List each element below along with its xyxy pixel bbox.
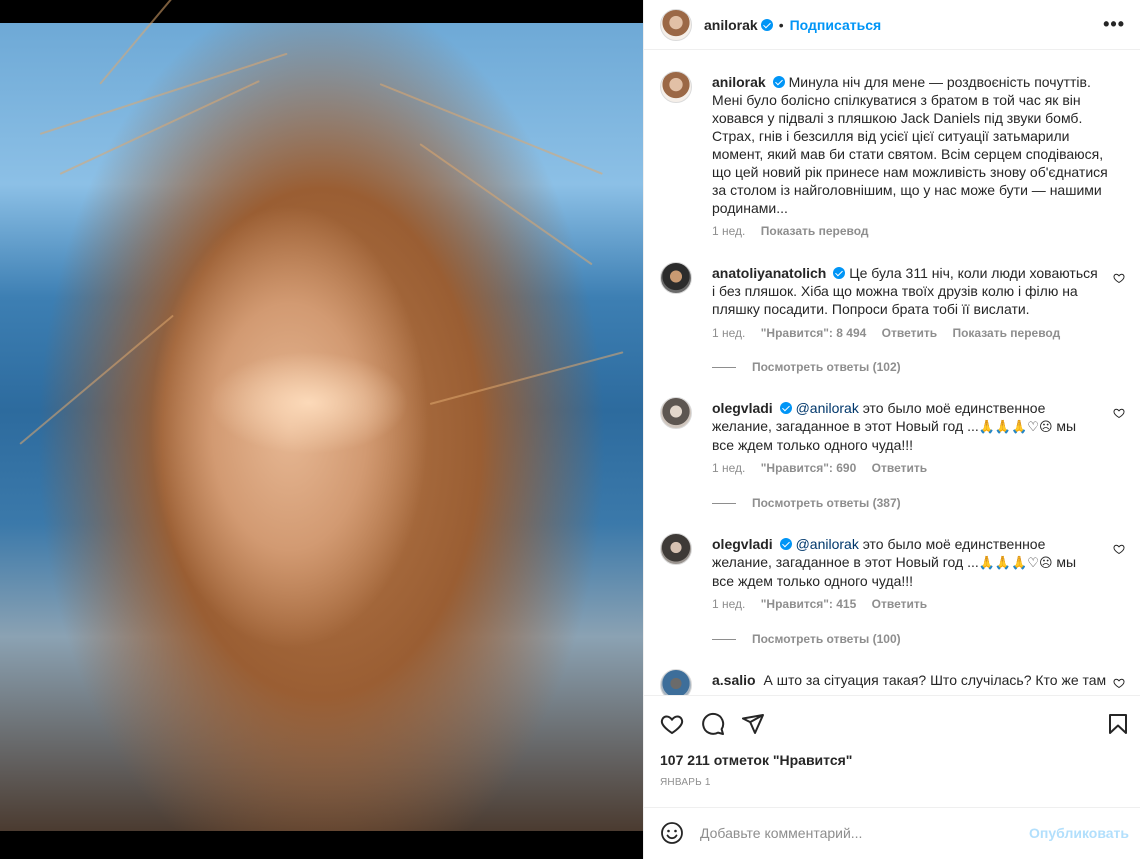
avatar[interactable] — [660, 669, 692, 695]
hair-strand — [19, 314, 174, 445]
separator-dot: • — [778, 16, 784, 33]
reply-button[interactable]: Ответить — [872, 597, 927, 611]
translate-button[interactable]: Показать перевод — [952, 326, 1060, 340]
post-header: anilorak • Подписаться ••• — [644, 0, 1140, 50]
view-replies-label[interactable]: Посмотреть ответы (102) — [752, 360, 901, 374]
add-comment-bar: Опубликовать — [644, 807, 1140, 859]
verified-badge-icon — [779, 402, 792, 414]
reply-button[interactable]: Ответить — [882, 326, 937, 340]
comments-list[interactable]: anilorak Минула ніч для мене — роздвоєні… — [644, 51, 1140, 695]
hair-strand — [379, 83, 603, 175]
verified-badge-icon — [779, 538, 792, 550]
comment-username[interactable]: a.salio — [712, 672, 756, 688]
avatar[interactable] — [660, 8, 692, 41]
comment-item: a.salio А што за сітуация такая? Што слу… — [660, 669, 1125, 695]
comment-text: А што за сітуация такая? Што случілась? … — [763, 672, 1107, 688]
share-icon[interactable] — [741, 712, 765, 736]
translate-button[interactable]: Показать перевод — [761, 224, 869, 238]
comment-username[interactable]: anatoliyanatolich — [712, 265, 826, 281]
avatar[interactable] — [660, 71, 692, 103]
comment-item: olegvladi @anilorak это было моё единств… — [660, 533, 1125, 613]
heart-icon[interactable] — [660, 712, 684, 736]
replies-line — [712, 639, 736, 641]
comment-item: olegvladi @anilorak это было моё единств… — [660, 397, 1125, 477]
hair-strand — [39, 52, 288, 135]
follow-button[interactable]: Подписаться — [790, 17, 882, 33]
replies-line — [712, 503, 736, 505]
comment-age[interactable]: 1 нед. — [712, 461, 745, 475]
comment-likes[interactable]: "Нравится": 8 494 — [761, 326, 867, 340]
view-replies-label[interactable]: Посмотреть ответы (100) — [752, 632, 901, 646]
view-replies-button[interactable]: Посмотреть ответы (102) — [696, 360, 901, 374]
like-comment-icon[interactable] — [1113, 543, 1125, 555]
post-date[interactable]: ЯНВАРЬ 1 — [660, 777, 711, 788]
reply-button[interactable]: Ответить — [872, 461, 927, 475]
avatar[interactable] — [660, 397, 692, 429]
view-replies-label[interactable]: Посмотреть ответы (387) — [752, 496, 901, 510]
comment-likes[interactable]: "Нравится": 415 — [761, 597, 857, 611]
avatar[interactable] — [660, 262, 692, 294]
likes-count[interactable]: 107 211 отметок "Нравится" — [660, 752, 852, 768]
replies-line — [712, 367, 736, 369]
verified-badge-icon — [833, 267, 846, 279]
bookmark-icon[interactable] — [1106, 712, 1130, 736]
author-username[interactable]: anilorak — [704, 17, 758, 33]
hair-strand — [419, 143, 593, 266]
comment-icon[interactable] — [701, 712, 725, 736]
hair-strand — [429, 351, 624, 405]
post-photo[interactable] — [0, 0, 643, 859]
comment-age[interactable]: 1 нед. — [712, 326, 745, 340]
post-panel: anilorak • Подписаться ••• anilorak Мину… — [643, 0, 1140, 859]
comment-age[interactable]: 1 нед. — [712, 597, 745, 611]
comment-likes[interactable]: "Нравится": 690 — [761, 461, 857, 475]
emoji-icon[interactable] — [660, 821, 684, 845]
portrait-image — [0, 0, 643, 831]
caption: anilorak Минула ніч для мене — роздвоєні… — [660, 71, 1125, 246]
comment-emojis: 🙏🙏🙏♡☹ — [978, 555, 1053, 570]
mention-link[interactable]: @anilorak — [796, 400, 859, 416]
caption-username[interactable]: anilorak — [712, 74, 766, 90]
comment-emojis: 🙏🙏🙏♡☹ — [978, 419, 1053, 434]
view-replies-button[interactable]: Посмотреть ответы (100) — [696, 632, 901, 646]
post-actions: 107 211 отметок "Нравится" ЯНВАРЬ 1 — [644, 695, 1140, 807]
verified-badge-icon — [760, 18, 773, 31]
caption-age[interactable]: 1 нед. — [712, 224, 745, 238]
like-comment-icon[interactable] — [1113, 272, 1125, 284]
caption-text: Минула ніч для мене — роздвоєність почут… — [712, 74, 1108, 216]
like-comment-icon[interactable] — [1113, 677, 1125, 689]
verified-badge-icon — [772, 76, 785, 88]
hair-strand — [99, 0, 217, 85]
comment-item: anatoliyanatolich Це була 311 ніч, коли … — [660, 262, 1125, 342]
like-comment-icon[interactable] — [1113, 407, 1125, 419]
comment-username[interactable]: olegvladi — [712, 400, 773, 416]
publish-button[interactable]: Опубликовать — [1029, 825, 1129, 841]
comment-username[interactable]: olegvladi — [712, 536, 773, 552]
more-options-icon[interactable]: ••• — [1103, 14, 1125, 35]
avatar[interactable] — [660, 533, 692, 565]
comment-input[interactable] — [700, 822, 1020, 844]
view-replies-button[interactable]: Посмотреть ответы (387) — [696, 496, 901, 510]
mention-link[interactable]: @anilorak — [796, 536, 859, 552]
